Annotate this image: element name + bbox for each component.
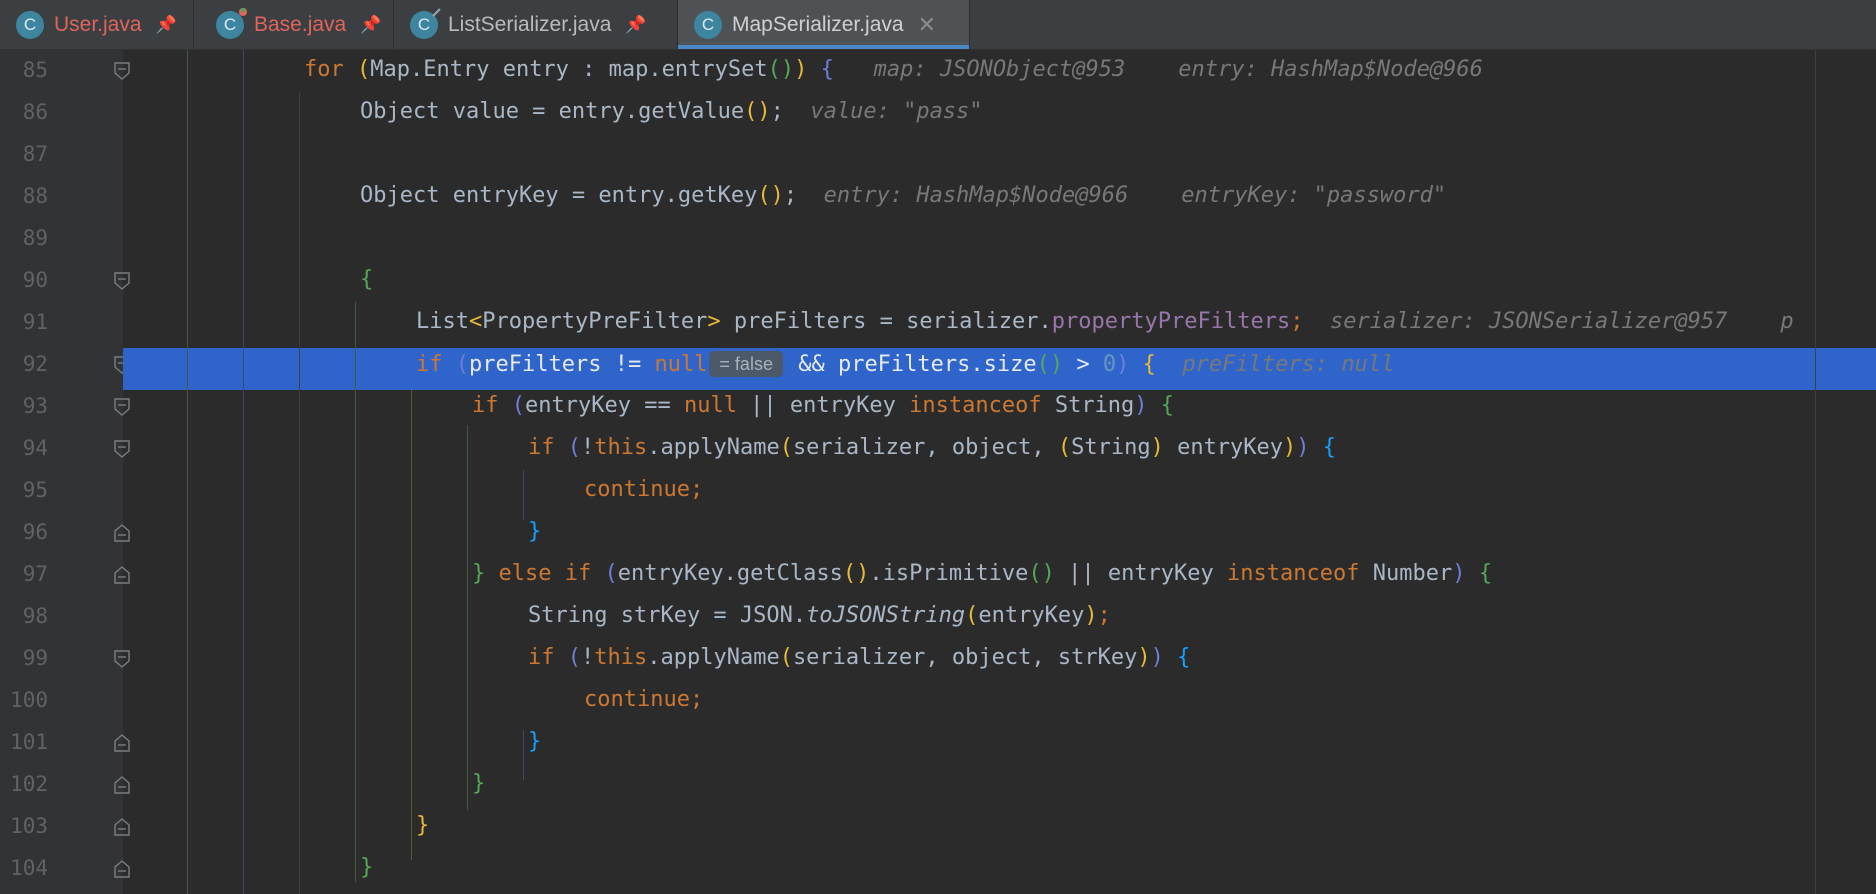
right-margin-guide <box>1815 50 1816 894</box>
line-number[interactable]: 100 <box>0 688 48 712</box>
indent-guide <box>355 302 356 882</box>
tab-label: MapSerializer.java <box>732 12 904 36</box>
pin-icon[interactable]: 📌 <box>360 15 381 35</box>
fold-end-icon[interactable] <box>114 734 130 752</box>
modified-mark-icon <box>239 7 247 16</box>
line-number[interactable]: 96 <box>0 520 48 544</box>
indent-guide <box>523 470 524 520</box>
line-number[interactable]: 87 <box>0 142 48 166</box>
code-line[interactable]: Object entryKey = entry.getKey(); entry:… <box>360 183 1446 208</box>
line-number[interactable]: 103 <box>0 814 48 838</box>
line-number[interactable]: 104 <box>0 856 48 880</box>
tab-mapserializer-java[interactable]: C MapSerializer.java ✕ <box>678 0 970 49</box>
line-number[interactable]: 88 <box>0 184 48 208</box>
fold-end-icon[interactable] <box>114 776 130 794</box>
editor-tab-bar: C User.java 📌 C Base.java 📌 C ListSerial… <box>0 0 1876 50</box>
tab-label: Base.java <box>254 12 347 36</box>
code-line[interactable]: } <box>528 729 541 754</box>
code-line[interactable]: { <box>360 267 373 292</box>
code-line[interactable]: for (Map.Entry entry : map.entrySet()) {… <box>304 57 1483 82</box>
fold-collapse-icon[interactable] <box>114 62 130 80</box>
line-number[interactable]: 99 <box>0 646 48 670</box>
line-number[interactable]: 101 <box>0 730 48 754</box>
code-line[interactable]: if (preFilters != null = false && preFilt… <box>416 351 1394 377</box>
pin-overlay-icon <box>432 7 441 17</box>
code-line[interactable]: Object value = entry.getValue(); value: … <box>360 99 983 124</box>
code-line[interactable]: } else if (entryKey.getClass().isPrimiti… <box>472 561 1492 586</box>
tab-label: ListSerializer.java <box>448 12 612 36</box>
line-number[interactable]: 102 <box>0 772 48 796</box>
java-class-icon: C <box>410 7 441 39</box>
code-line[interactable]: if (entryKey == null || entryKey instanc… <box>472 393 1174 418</box>
line-number[interactable]: 86 <box>0 100 48 124</box>
line-number[interactable]: 93 <box>0 394 48 418</box>
indent-guide <box>187 50 188 894</box>
code-line[interactable]: if (!this.applyName(serializer, object, … <box>528 645 1190 670</box>
line-number[interactable]: 94 <box>0 436 48 460</box>
line-number[interactable]: 92 <box>0 352 48 376</box>
indent-guide <box>411 390 412 860</box>
code-line[interactable]: continue; <box>584 477 703 502</box>
fold-end-icon[interactable] <box>114 524 130 542</box>
line-number[interactable]: 90 <box>0 268 48 292</box>
close-icon[interactable]: ✕ <box>918 12 936 38</box>
line-number[interactable]: 97 <box>0 562 48 586</box>
fold-collapse-icon[interactable] <box>114 272 130 290</box>
code-editor[interactable]: 85 86 87 88 89 90 91 92 93 94 95 96 97 98 99 100 101 102 1… <box>0 50 1876 894</box>
code-line[interactable]: if (!this.applyName(serializer, object, … <box>528 435 1336 460</box>
code-line[interactable]: } <box>472 771 485 796</box>
code-line[interactable]: continue; <box>584 687 703 712</box>
code-line[interactable]: } <box>360 855 373 880</box>
fold-end-icon[interactable] <box>114 860 130 878</box>
line-number[interactable]: 98 <box>0 604 48 628</box>
fold-collapse-icon[interactable] <box>114 440 130 458</box>
fold-end-icon[interactable] <box>114 566 130 584</box>
inline-debug-value[interactable]: = false <box>709 351 783 377</box>
indent-guide <box>243 50 244 894</box>
pin-icon[interactable]: 📌 <box>156 15 177 35</box>
code-line[interactable]: } <box>416 813 429 838</box>
code-line[interactable]: } <box>528 519 541 544</box>
tab-base-java[interactable]: C Base.java 📌 <box>194 0 394 49</box>
line-number[interactable]: 91 <box>0 310 48 334</box>
fold-collapse-icon[interactable] <box>114 650 130 668</box>
line-number[interactable]: 85 <box>0 58 48 82</box>
java-class-icon: C <box>694 10 722 39</box>
indent-guide <box>299 92 300 894</box>
indent-guide <box>467 425 468 810</box>
java-class-icon: C <box>216 7 247 39</box>
indent-guide <box>523 730 524 780</box>
line-number-gutter: 85 86 87 88 89 90 91 92 93 94 95 96 97 98 99 100 101 102 1… <box>0 50 130 894</box>
tab-listserializer-java[interactable]: C ListSerializer.java 📌 <box>394 0 678 49</box>
tab-label: User.java <box>54 12 142 36</box>
code-line[interactable]: List<PropertyPreFilter> preFilters = ser… <box>416 309 1794 334</box>
fold-collapse-icon[interactable] <box>114 398 130 416</box>
fold-end-icon[interactable] <box>114 818 130 836</box>
java-class-icon: C <box>16 10 44 39</box>
line-number[interactable]: 95 <box>0 478 48 502</box>
pin-icon[interactable]: 📌 <box>625 15 646 35</box>
tab-user-java[interactable]: C User.java 📌 <box>0 0 194 49</box>
line-number[interactable]: 89 <box>0 226 48 250</box>
code-line[interactable]: String strKey = JSON.toJSONString(entryK… <box>528 603 1111 628</box>
